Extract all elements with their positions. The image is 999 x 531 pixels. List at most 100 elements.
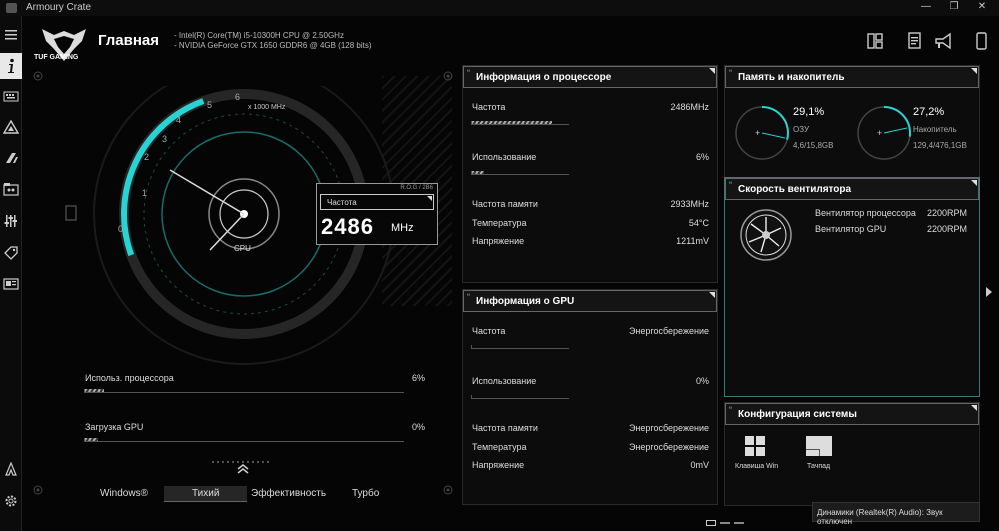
gpu-mem-freq-value: Энергосбережение bbox=[628, 423, 709, 433]
cpu-usage-bar-fill bbox=[85, 389, 105, 392]
sidebar-item-account[interactable] bbox=[0, 458, 22, 480]
cpu-usage-label: Использ. процессора bbox=[85, 373, 174, 383]
gamepad-folder-icon bbox=[3, 183, 19, 196]
sidebar-item-deals[interactable] bbox=[0, 242, 22, 264]
gpu-fan-label: Вентилятор GPU bbox=[815, 224, 887, 234]
notes-icon[interactable] bbox=[906, 32, 924, 50]
gauge-center-label: CPU bbox=[234, 244, 251, 253]
disk-amount: 129,4/476,1GB bbox=[913, 141, 967, 150]
megaphone-icon[interactable] bbox=[934, 32, 952, 50]
win-key-toggle[interactable]: Клавиша Win bbox=[735, 435, 778, 481]
gpu-info-header: “ Информация о GPU bbox=[463, 290, 717, 312]
page-title: Главная bbox=[98, 32, 160, 49]
gpu-spec: - NVIDIA GeForce GTX 1650 GDDR6 @ 4GB (1… bbox=[174, 41, 372, 50]
volume-toast: Динамики (Realtek(R) Audio): Звук отключ… bbox=[812, 502, 980, 526]
layout-grid-icon[interactable] bbox=[866, 32, 884, 50]
gauge-tick-6: 6 bbox=[235, 92, 240, 102]
phone-icon[interactable] bbox=[972, 32, 990, 50]
mode-windows[interactable]: Windows® bbox=[100, 488, 148, 499]
user-icon bbox=[5, 462, 17, 476]
sidebar-item-aura[interactable] bbox=[0, 116, 22, 138]
page-indicator[interactable] bbox=[720, 522, 730, 524]
gpu-volt-label: Напряжение bbox=[472, 460, 525, 470]
memory-storage-panel: “ Память и накопитель + 29,1% ОЗУ 4,6/15… bbox=[724, 65, 980, 185]
chevron-up-icon[interactable] bbox=[236, 463, 250, 475]
cpu-mem-freq-label: Частота памяти bbox=[472, 199, 538, 209]
touchpad-toggle[interactable]: Тачпад bbox=[801, 435, 841, 481]
config-header: “ Конфигурация системы bbox=[725, 403, 979, 425]
card-tag: R.O.G / 2B6 bbox=[400, 185, 433, 191]
frequency-card: R.O.G / 2B6 Частота 2486 MHz bbox=[316, 183, 438, 245]
decor-corner bbox=[443, 485, 453, 495]
mode-silent[interactable]: Тихий bbox=[164, 486, 248, 502]
gpu-mem-freq-label: Частота памяти bbox=[472, 423, 538, 433]
cpu-temp-label: Температура bbox=[472, 218, 527, 228]
gpu-freq-label: Частота bbox=[472, 326, 506, 336]
sidebar-item-gamevisual[interactable] bbox=[0, 147, 22, 169]
cpu-usage-bar bbox=[84, 389, 404, 393]
gauge-tick-0: 0 bbox=[118, 224, 123, 234]
cpu-volt-value: 1211mV bbox=[676, 236, 709, 246]
memory-header: “ Память и накопитель bbox=[725, 66, 979, 88]
cpu-info-panel: “ Информация о процессоре Частота 2486MH… bbox=[462, 65, 718, 283]
ram-label: ОЗУ bbox=[793, 125, 810, 134]
logo-text: TUF GAMING bbox=[34, 54, 79, 61]
cpu-usage-panel-label: Использование bbox=[472, 152, 537, 162]
tag-icon bbox=[4, 246, 18, 260]
fan-header: “ Скорость вентилятора bbox=[725, 178, 979, 200]
cpu-usage-panel-bar-fill bbox=[472, 171, 484, 174]
touchpad-icon bbox=[806, 436, 832, 456]
aura-triangle-icon bbox=[3, 120, 19, 134]
fan-icon bbox=[740, 209, 792, 261]
window-title: Armoury Crate bbox=[26, 2, 92, 13]
cpu-temp-value: 54°C bbox=[688, 218, 709, 228]
freq-card-label: Частота bbox=[327, 198, 357, 207]
close-button[interactable]: ✕ bbox=[964, 1, 999, 15]
sidebar bbox=[0, 16, 22, 531]
mode-turbo[interactable]: Турбо bbox=[352, 488, 379, 499]
gauge-tick-2: 2 bbox=[144, 152, 149, 162]
gauge-tick-3: 3 bbox=[162, 134, 167, 144]
chevron-right-icon[interactable] bbox=[984, 286, 994, 298]
gpu-fan-value: 2200RPM bbox=[926, 224, 967, 234]
sidebar-item-settings-sliders[interactable] bbox=[0, 210, 22, 232]
page-indicator-active[interactable] bbox=[706, 520, 716, 526]
gpu-usage-label: Использование bbox=[472, 376, 537, 386]
mode-performance[interactable]: Эффективность bbox=[251, 488, 326, 499]
gpu-temp-label: Температура bbox=[472, 442, 527, 452]
main-area: TUF GAMING Главная - Intel(R) Core(TM) i… bbox=[22, 16, 999, 531]
cpu-freq-label: Частота bbox=[472, 102, 506, 112]
gpu-usage-value: 0% bbox=[695, 376, 709, 386]
cpu-volt-label: Напряжение bbox=[472, 236, 525, 246]
memory-title: Память и накопитель bbox=[738, 72, 845, 83]
disk-label: Накопитель bbox=[913, 125, 957, 134]
svg-text:+: + bbox=[755, 128, 760, 138]
config-title: Конфигурация системы bbox=[738, 409, 857, 420]
sidebar-item-library[interactable] bbox=[0, 178, 22, 200]
gpu-load-value: 0% bbox=[411, 422, 425, 432]
decor-corner bbox=[33, 485, 43, 495]
system-config-panel: “ Конфигурация системы Клавиша Win Тачпа… bbox=[724, 402, 980, 506]
gpu-load-label: Загрузка GPU bbox=[85, 422, 144, 432]
sidebar-item-settings[interactable] bbox=[0, 490, 22, 512]
sidebar-item-home[interactable] bbox=[0, 53, 22, 79]
menu-icon[interactable] bbox=[0, 24, 22, 46]
gpu-temp-value: Энергосбережение bbox=[628, 442, 709, 452]
ram-amount: 4,6/15,8GB bbox=[793, 141, 834, 150]
touchpad-label: Тачпад bbox=[807, 463, 831, 470]
gamevisual-icon bbox=[6, 153, 18, 163]
cpu-freq-bar-fill bbox=[472, 121, 552, 124]
cpu-usage-panel-bar bbox=[471, 171, 569, 175]
gpu-load-bar bbox=[84, 438, 404, 442]
keyboard-icon bbox=[3, 91, 19, 102]
sidebar-item-keyboard[interactable] bbox=[0, 86, 22, 108]
cpu-freq-value: 2486MHz bbox=[670, 102, 709, 112]
ram-ring: + bbox=[735, 106, 789, 160]
gauge-tick-5: 5 bbox=[207, 100, 212, 110]
sidebar-item-news[interactable] bbox=[0, 273, 22, 295]
gear-icon bbox=[5, 495, 17, 507]
app-icon bbox=[6, 3, 17, 13]
cpu-usage-panel-value: 6% bbox=[695, 152, 709, 162]
gauge-tick-4: 4 bbox=[176, 115, 181, 125]
page-indicator[interactable] bbox=[734, 522, 744, 524]
